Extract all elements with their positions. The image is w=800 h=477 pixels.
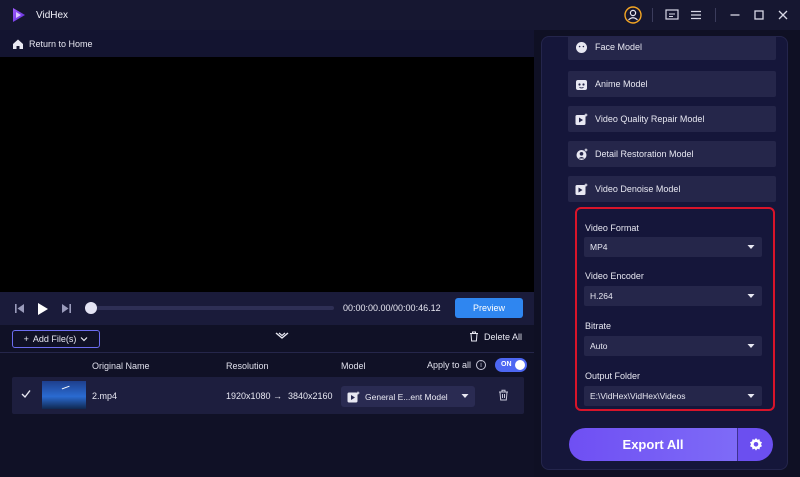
- model-label: Anime Model: [595, 79, 648, 89]
- model-list: Face Model Anime Model Video Quality Rep…: [541, 36, 788, 206]
- file-toolbar: + Add File(s) Delete All: [0, 327, 534, 351]
- model-item-anime[interactable]: Anime Model: [568, 71, 776, 97]
- source-resolution: 1920x1080: [226, 391, 271, 401]
- caret-down-icon: [747, 294, 755, 298]
- preview-button[interactable]: Preview: [455, 298, 523, 318]
- player-controls: 00:00:00.00/00:00:46.12 Preview: [0, 292, 534, 325]
- workspace-panel: Return to Home 00:00:00.00/00:00:46.12 P…: [0, 30, 534, 477]
- plus-icon: +: [23, 334, 29, 344]
- bitrate-value: Auto: [590, 341, 608, 351]
- model-label: Video Quality Repair Model: [595, 114, 705, 124]
- next-icon[interactable]: [61, 303, 72, 314]
- gear-icon: [749, 437, 762, 451]
- bitrate-label: Bitrate: [585, 321, 612, 331]
- titlebar-separator: [652, 8, 653, 22]
- return-home-label: Return to Home: [29, 38, 93, 49]
- video-format-value: MP4: [590, 242, 608, 252]
- model-item-face[interactable]: Face Model: [568, 37, 776, 60]
- target-resolution: 3840x2160: [288, 391, 333, 401]
- check-icon[interactable]: [21, 389, 31, 399]
- model-select[interactable]: General E...ent Model: [341, 386, 475, 407]
- bitrate-select[interactable]: Auto: [584, 336, 762, 356]
- apply-to-all-label: Apply to all: [427, 360, 472, 370]
- previous-icon[interactable]: [14, 303, 25, 314]
- caret-down-icon: [747, 344, 755, 348]
- apply-to-all-toggle[interactable]: ON: [495, 358, 528, 372]
- video-encoder-value: H.264: [590, 291, 613, 301]
- chevron-down-icon: [80, 337, 88, 342]
- output-folder-select[interactable]: E:\VidHex\VidHex\Videos: [584, 386, 762, 406]
- column-original-name: Original Name: [92, 361, 150, 371]
- model-label: Video Denoise Model: [595, 184, 681, 194]
- home-icon: [13, 39, 23, 49]
- seek-thumb[interactable]: [85, 302, 97, 314]
- resolution-arrow: →: [273, 391, 282, 401]
- video-format-select[interactable]: MP4: [584, 237, 762, 257]
- collapse-icon[interactable]: [275, 332, 289, 344]
- file-table-header: Original Name Resolution Model Apply to …: [0, 357, 534, 377]
- anime-icon: [574, 77, 588, 91]
- caret-down-icon: [747, 394, 755, 398]
- model-select-label: General E...ent Model: [365, 391, 448, 402]
- output-folder-label: Output Folder: [585, 371, 641, 381]
- repair-icon: [574, 112, 588, 126]
- toggle-label: ON: [501, 361, 512, 368]
- video-preview-area[interactable]: [0, 57, 534, 317]
- trash-icon[interactable]: [498, 389, 509, 401]
- video-format-label: Video Format: [585, 223, 639, 233]
- time-display: 00:00:00.00/00:00:46.12: [343, 303, 441, 313]
- menu-icon[interactable]: [685, 4, 707, 26]
- table-row[interactable]: 2.mp4 1920x1080 → 3840x2160 General E...…: [12, 377, 524, 414]
- close-icon[interactable]: [772, 4, 794, 26]
- caret-down-icon: [461, 394, 469, 398]
- video-encoder-label: Video Encoder: [585, 271, 644, 281]
- title-bar: VidHex: [0, 0, 800, 30]
- model-icon: [347, 390, 360, 402]
- video-encoder-select[interactable]: H.264: [584, 286, 762, 306]
- top-bar: Return to Home: [0, 30, 534, 57]
- denoise-icon: [574, 182, 588, 196]
- apply-to-all: Apply to all i ON: [427, 358, 528, 372]
- model-item-quality-repair[interactable]: Video Quality Repair Model: [568, 106, 776, 132]
- minimize-icon[interactable]: [724, 4, 746, 26]
- seek-bar[interactable]: [85, 302, 334, 314]
- caret-down-icon: [747, 245, 755, 249]
- play-icon[interactable]: [37, 302, 49, 316]
- face-icon: [574, 40, 588, 54]
- return-home-button[interactable]: Return to Home: [12, 38, 93, 50]
- feedback-icon[interactable]: [661, 4, 683, 26]
- video-thumbnail: [42, 381, 86, 409]
- model-label: Face Model: [595, 42, 643, 52]
- export-all-button[interactable]: Export All: [569, 428, 737, 461]
- add-files-label: Add File(s): [32, 334, 77, 344]
- titlebar-separator: [715, 8, 716, 22]
- add-files-button[interactable]: + Add File(s): [12, 330, 100, 348]
- divider: [0, 352, 534, 353]
- toggle-knob: [515, 360, 526, 370]
- maximize-icon[interactable]: [748, 4, 770, 26]
- app-logo-icon: [13, 8, 25, 22]
- file-name: 2.mp4: [92, 391, 118, 401]
- user-icon[interactable]: [622, 4, 644, 26]
- delete-all-button[interactable]: Delete All: [469, 331, 522, 342]
- column-model: Model: [341, 361, 366, 371]
- app-title: VidHex: [36, 9, 69, 21]
- export-settings-button[interactable]: [737, 428, 773, 461]
- output-folder-value: E:\VidHex\VidHex\Videos: [590, 391, 686, 401]
- detail-icon: [574, 147, 588, 161]
- trash-icon: [469, 331, 478, 342]
- model-item-detail-restoration[interactable]: Detail Restoration Model: [568, 141, 776, 167]
- delete-all-label: Delete All: [483, 331, 522, 342]
- info-icon[interactable]: i: [476, 360, 487, 370]
- model-label: Detail Restoration Model: [595, 149, 694, 159]
- column-resolution: Resolution: [226, 361, 269, 371]
- settings-sidebar: Face Model Anime Model Video Quality Rep…: [541, 30, 800, 477]
- model-item-denoise[interactable]: Video Denoise Model: [568, 176, 776, 202]
